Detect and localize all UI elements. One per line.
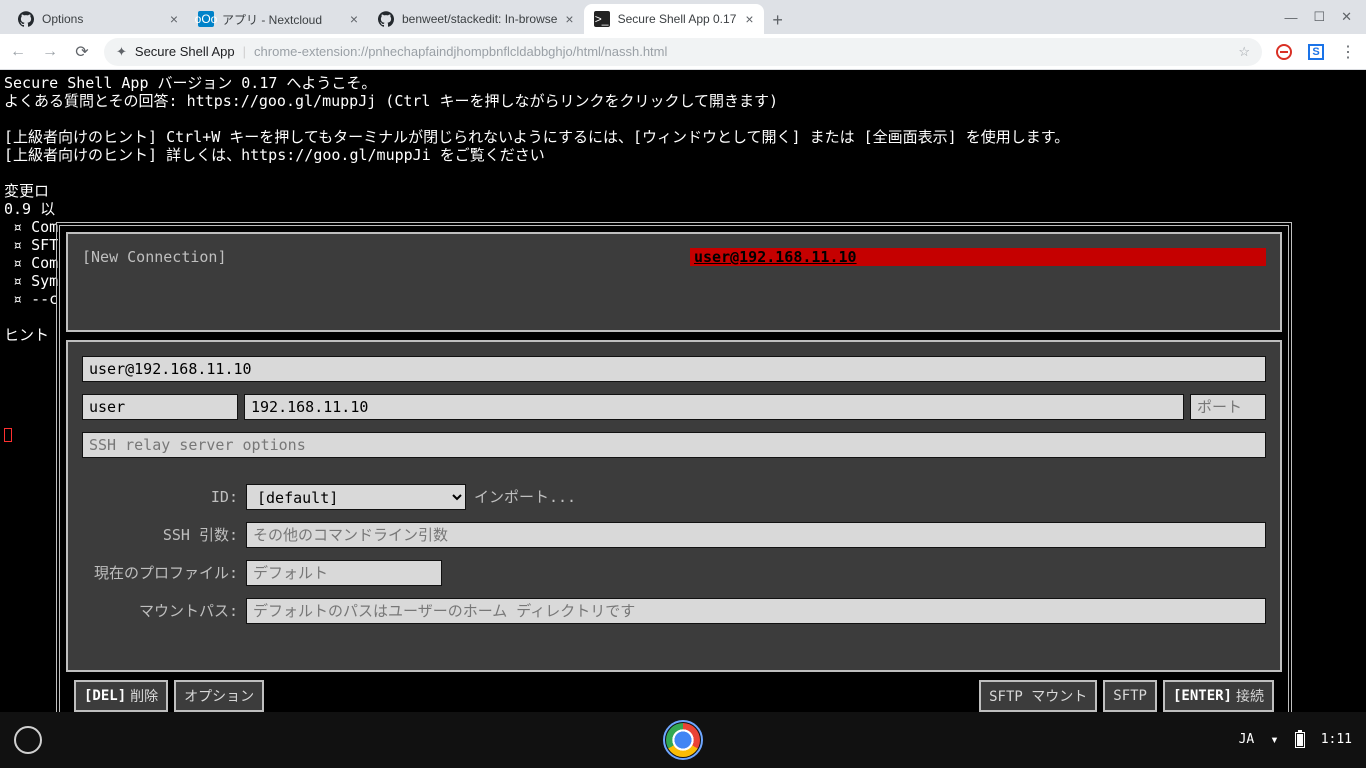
menu-icon[interactable]: ⋮: [1338, 42, 1358, 62]
extension-icon: ✦: [116, 44, 127, 60]
connection-dialog: [New Connection] user@192.168.11.10 ID:: [56, 222, 1292, 722]
profile-label: 現在のプロファイル:: [82, 560, 238, 582]
tab-title: Secure Shell App 0.17: [618, 12, 738, 26]
sftp-mount-button[interactable]: SFTP マウント: [979, 680, 1097, 712]
ssh-args-label: SSH 引数:: [82, 522, 238, 544]
tab-title: Options: [42, 12, 162, 26]
close-icon[interactable]: ×: [745, 11, 753, 27]
battery-icon: [1295, 732, 1305, 748]
nextcloud-icon: oOo: [198, 11, 214, 27]
port-input[interactable]: [1190, 394, 1266, 420]
id-label: ID:: [82, 484, 238, 506]
mount-path-input[interactable]: [246, 598, 1266, 624]
back-button[interactable]: ←: [8, 43, 28, 61]
maximize-button[interactable]: ☐: [1313, 9, 1325, 25]
wifi-icon: ▾: [1270, 731, 1278, 749]
relay-options-input[interactable]: [82, 432, 1266, 458]
clock: 1:11: [1321, 731, 1352, 749]
ime-indicator: JA: [1239, 731, 1255, 749]
options-button[interactable]: オプション: [174, 680, 264, 712]
close-window-button[interactable]: ✕: [1341, 9, 1352, 25]
browser-window: Options × oOo アプリ - Nextcloud × benweet/…: [0, 0, 1366, 768]
github-icon: [378, 11, 394, 27]
new-tab-button[interactable]: +: [764, 6, 792, 34]
connection-list-panel: [New Connection] user@192.168.11.10: [66, 232, 1282, 332]
terminal-icon: >_: [594, 11, 610, 27]
launcher-button[interactable]: [14, 726, 42, 754]
sftp-button[interactable]: SFTP: [1103, 680, 1157, 712]
import-link[interactable]: インポート...: [474, 484, 576, 506]
close-icon[interactable]: ×: [170, 11, 178, 27]
connect-button[interactable]: [ENTER]接続: [1163, 680, 1274, 712]
forward-button[interactable]: →: [40, 43, 60, 61]
omnibox-app-name: Secure Shell App: [135, 44, 235, 59]
delete-button[interactable]: [DEL]削除: [74, 680, 168, 712]
tab-nextcloud[interactable]: oOo アプリ - Nextcloud ×: [188, 4, 368, 34]
status-tray[interactable]: JA ▾ 1:11: [1239, 731, 1352, 749]
new-connection-item[interactable]: [New Connection]: [82, 248, 227, 266]
chrome-app-icon[interactable]: [663, 720, 703, 760]
tab-stackedit[interactable]: benweet/stackedit: In-browse ×: [368, 4, 584, 34]
cursor-indicator: [4, 428, 12, 442]
selected-connection-item[interactable]: user@192.168.11.10: [690, 248, 1266, 266]
dialog-button-row: [DEL]削除 オプション SFTP マウント SFTP [ENTER]接続: [66, 680, 1282, 712]
connection-string-input[interactable]: [82, 356, 1266, 382]
github-icon: [18, 11, 34, 27]
terminal-page: Secure Shell App バージョン 0.17 へようこそ。 よくある質…: [0, 70, 1366, 768]
tab-title: アプリ - Nextcloud: [222, 11, 342, 28]
tab-strip: Options × oOo アプリ - Nextcloud × benweet/…: [0, 0, 1366, 34]
mount-label: マウントパス:: [82, 598, 238, 620]
username-input[interactable]: [82, 394, 238, 420]
close-icon[interactable]: ×: [565, 11, 573, 27]
chromeos-shelf: JA ▾ 1:11: [0, 712, 1366, 768]
close-icon[interactable]: ×: [350, 11, 358, 27]
identity-select[interactable]: [default]: [246, 484, 466, 510]
tab-title: benweet/stackedit: In-browse: [402, 12, 557, 26]
extension-s-icon[interactable]: S: [1306, 42, 1326, 62]
omnibox-url: chrome-extension://pnhechapfaindjhompbnf…: [254, 44, 667, 59]
bookmark-star-icon[interactable]: ☆: [1238, 44, 1250, 60]
tab-options[interactable]: Options ×: [8, 4, 188, 34]
ssh-args-input[interactable]: [246, 522, 1266, 548]
profile-input[interactable]: [246, 560, 442, 586]
reload-button[interactable]: ⟳: [72, 42, 92, 62]
minimize-button[interactable]: —: [1284, 10, 1297, 25]
host-input[interactable]: [244, 394, 1184, 420]
tab-secure-shell[interactable]: >_ Secure Shell App 0.17 ×: [584, 4, 764, 34]
block-icon[interactable]: [1274, 42, 1294, 62]
window-controls: — ☐ ✕: [1270, 0, 1366, 34]
omnibox[interactable]: ✦ Secure Shell App | chrome-extension://…: [104, 38, 1262, 66]
connection-form-panel: ID: [default] インポート... SSH 引数: 現在のプロファイル…: [66, 340, 1282, 672]
browser-toolbar: ← → ⟳ ✦ Secure Shell App | chrome-extens…: [0, 34, 1366, 70]
